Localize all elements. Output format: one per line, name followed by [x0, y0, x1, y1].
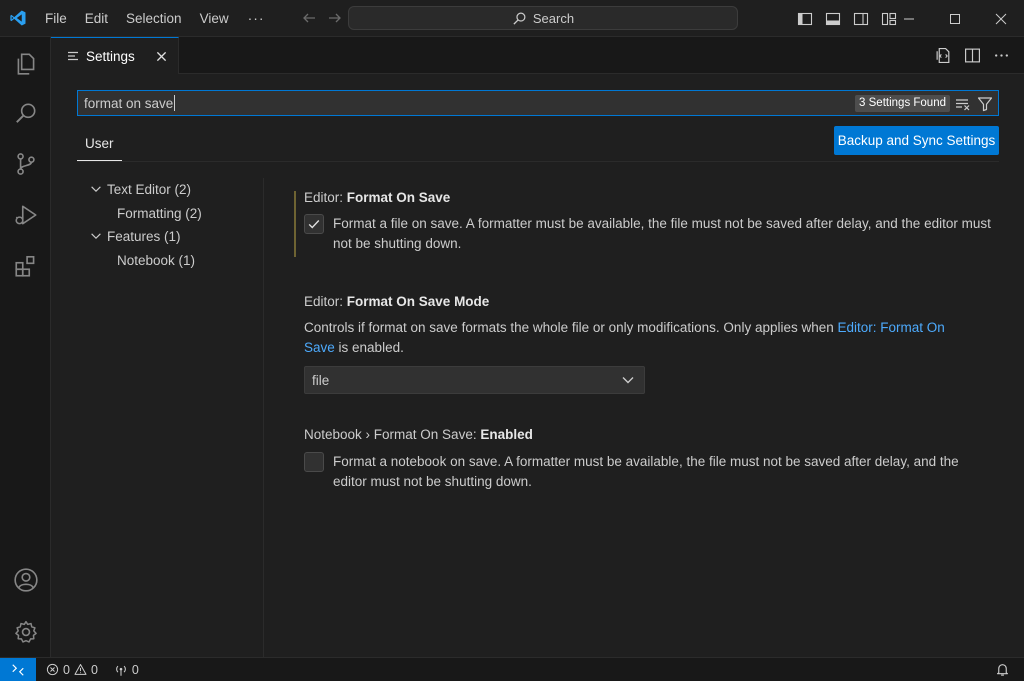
- broadcast-icon: [114, 663, 128, 677]
- setting-format-on-save: Editor: Format On Save Format a file on …: [304, 190, 991, 251]
- extensions-icon[interactable]: [0, 242, 51, 290]
- setting-notebook-format-on-save: Notebook › Format On Save: Enabled Forma…: [304, 427, 984, 489]
- notebook-format-on-save-checkbox[interactable]: [304, 452, 324, 472]
- title-bar: File Edit Selection View ··· Search: [0, 0, 1024, 37]
- search-view-icon[interactable]: [0, 89, 51, 137]
- search-icon: [512, 11, 527, 26]
- check-icon: [307, 217, 321, 231]
- close-window-icon[interactable]: [978, 0, 1024, 37]
- layout-controls: [796, 0, 898, 37]
- modified-indicator: [294, 191, 296, 257]
- vscode-logo-icon: [0, 0, 36, 37]
- window-controls: [886, 0, 1024, 37]
- backup-and-sync-button[interactable]: Backup and Sync Settings: [834, 126, 999, 155]
- filter-icon[interactable]: [976, 95, 994, 113]
- split-editor-icon[interactable]: [964, 47, 981, 64]
- select-value: file: [312, 372, 330, 388]
- toggle-primary-sidebar-icon[interactable]: [796, 10, 814, 28]
- command-center-label: Search: [532, 10, 575, 26]
- header-divider: [77, 161, 999, 162]
- format-on-save-checkbox[interactable]: [304, 214, 324, 234]
- menu-selection[interactable]: Selection: [117, 0, 191, 37]
- tab-label: Settings: [86, 48, 135, 64]
- setting-description: Controls if format on save formats the w…: [304, 320, 945, 355]
- settings-search-input[interactable]: format on save 3 Settings Found: [77, 90, 999, 116]
- toc-formatting-label: Formatting (2): [117, 205, 202, 221]
- menu-edit[interactable]: Edit: [76, 0, 117, 37]
- command-center-search[interactable]: Search: [348, 6, 738, 30]
- toggle-secondary-sidebar-icon[interactable]: [852, 10, 870, 28]
- error-count: 0: [63, 662, 70, 677]
- run-debug-icon[interactable]: [0, 191, 51, 239]
- error-icon: [46, 663, 59, 676]
- search-input-value: format on save: [84, 95, 174, 111]
- results-count-badge: 3 Settings Found: [855, 95, 950, 112]
- format-on-save-mode-select[interactable]: file: [304, 366, 645, 394]
- source-control-icon[interactable]: [0, 140, 51, 188]
- settings-file-icon: [67, 50, 79, 62]
- toc-features[interactable]: Features (1): [89, 225, 181, 247]
- setting-description: Format a notebook on save. A formatter m…: [333, 454, 959, 489]
- setting-format-on-save-mode: Editor: Format On Save Mode Controls if …: [304, 294, 984, 358]
- toc-features-label: Features (1): [107, 228, 181, 244]
- setting-title: Editor: Format On Save: [304, 190, 451, 205]
- remote-indicator-icon[interactable]: [0, 657, 36, 681]
- clear-filter-icon[interactable]: [954, 95, 972, 113]
- activity-bar: [0, 37, 51, 657]
- notifications-bell-icon[interactable]: [995, 662, 1010, 677]
- warning-icon: [74, 663, 87, 676]
- menu-bar: File Edit Selection View ···: [36, 0, 275, 37]
- explorer-icon[interactable]: [0, 40, 51, 88]
- settings-editor: format on save 3 Settings Found User Bac…: [51, 74, 1024, 657]
- menu-file[interactable]: File: [36, 0, 76, 37]
- open-settings-json-icon[interactable]: [935, 47, 952, 64]
- toc-notebook-label: Notebook (1): [117, 252, 196, 268]
- navigation-arrows: [301, 10, 343, 26]
- maximize-icon[interactable]: [932, 0, 978, 37]
- back-arrow-icon[interactable]: [301, 10, 317, 26]
- text-caret: [174, 95, 176, 111]
- ports-count: 0: [131, 662, 139, 677]
- ports-status[interactable]: 0: [114, 663, 139, 677]
- problems-status[interactable]: 0 0: [46, 663, 98, 677]
- manage-gear-icon[interactable]: [0, 608, 51, 656]
- editor-actions: [935, 37, 1010, 74]
- close-tab-icon[interactable]: [152, 47, 170, 65]
- more-actions-icon[interactable]: [993, 47, 1010, 64]
- setting-description: Format a file on save. A formatter must …: [333, 216, 991, 251]
- chevron-down-icon: [89, 182, 103, 196]
- toc-text-editor-label: Text Editor (2): [107, 181, 192, 197]
- accounts-icon[interactable]: [0, 556, 51, 604]
- chevron-down-icon: [89, 229, 103, 243]
- menu-view[interactable]: View: [191, 0, 238, 37]
- toc-formatting[interactable]: Formatting (2): [117, 202, 202, 224]
- toc-text-editor[interactable]: Text Editor (2): [89, 178, 191, 200]
- toc-divider: [263, 178, 264, 657]
- editor-tab-bar: Settings: [51, 37, 1024, 74]
- toggle-panel-icon[interactable]: [824, 10, 842, 28]
- setting-title: Editor: Format On Save Mode: [304, 294, 490, 309]
- toc-notebook[interactable]: Notebook (1): [117, 249, 195, 271]
- forward-arrow-icon[interactable]: [327, 10, 343, 26]
- chevron-down-icon: [620, 372, 636, 388]
- warning-count: 0: [90, 662, 98, 677]
- tab-settings[interactable]: Settings: [51, 37, 179, 74]
- tab-user-settings[interactable]: User: [77, 136, 122, 161]
- menu-more-button[interactable]: ···: [238, 0, 275, 37]
- minimize-icon[interactable]: [886, 0, 932, 37]
- setting-title: Notebook › Format On Save: Enabled: [304, 427, 533, 442]
- status-bar: 0 0 0: [0, 657, 1024, 681]
